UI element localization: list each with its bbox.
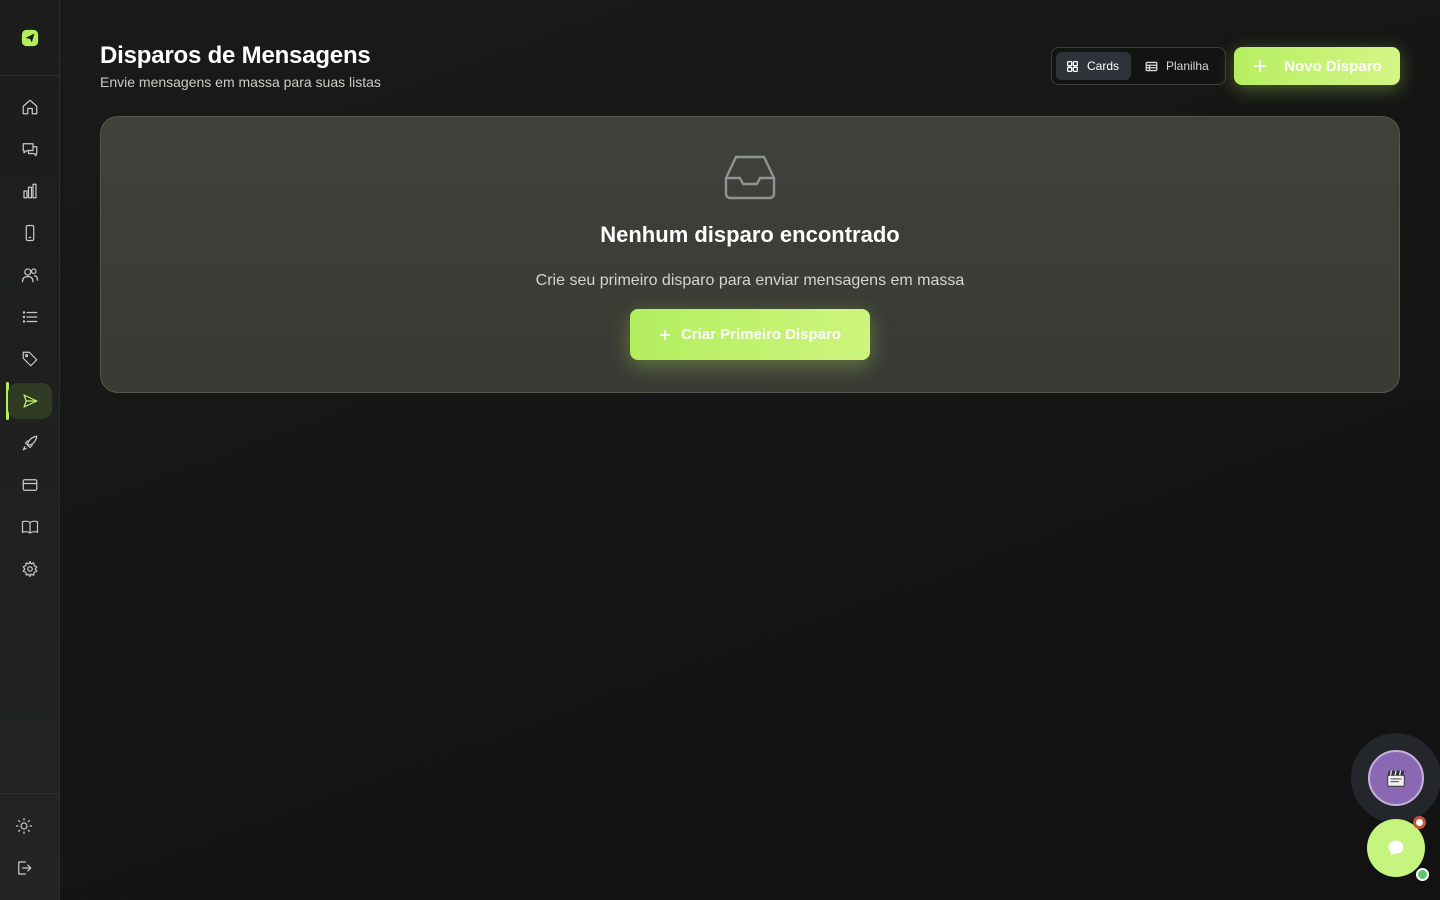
empty-state-title: Nenhum disparo encontrado <box>600 222 900 247</box>
chat-icon <box>1388 840 1404 856</box>
home-icon <box>22 99 38 115</box>
send-icon <box>23 394 38 408</box>
table-icon <box>1145 61 1158 71</box>
sidebar-item-devices[interactable] <box>8 215 52 251</box>
sidebar-item-reports[interactable] <box>8 173 52 209</box>
sun-icon <box>15 817 33 835</box>
sidebar-divider <box>0 75 60 76</box>
rocket-icon <box>22 435 38 451</box>
inbox-icon <box>724 154 776 200</box>
theme-toggle-button[interactable] <box>2 808 46 844</box>
logo-icon[interactable] <box>20 28 40 48</box>
online-status-dot <box>1416 868 1429 881</box>
chat-bubbles-icon <box>22 143 38 157</box>
gear-icon <box>22 560 38 578</box>
sidebar-divider <box>0 793 60 794</box>
sidebar-item-tags[interactable] <box>8 341 52 377</box>
smartphone-icon <box>25 224 35 242</box>
sidebar-item-broadcasts[interactable] <box>8 383 52 419</box>
plus-icon <box>1254 60 1267 72</box>
create-first-broadcast-button[interactable]: Criar Primeiro Disparo <box>630 309 870 360</box>
sidebar-item-conversations[interactable] <box>8 131 52 167</box>
sidebar-item-home[interactable] <box>8 89 52 125</box>
view-toggle: Cards Planilha <box>1051 47 1226 85</box>
logout-icon <box>18 861 32 875</box>
view-cards-button[interactable]: Cards <box>1056 52 1131 80</box>
sidebar-item-campaigns[interactable] <box>8 425 52 461</box>
logout-button[interactable] <box>2 850 46 886</box>
list-icon <box>22 311 38 323</box>
page-subtitle: Envie mensagens em massa para suas lista… <box>100 74 381 90</box>
new-broadcast-label: Novo Disparo <box>1284 57 1382 75</box>
grid-icon <box>1066 60 1079 72</box>
empty-state-description: Crie seu primeiro disparo para enviar me… <box>535 272 965 289</box>
create-first-broadcast-label: Criar Primeiro Disparo <box>680 326 842 343</box>
plus-icon <box>659 329 670 340</box>
view-sheet-label: Planilha <box>1166 59 1209 73</box>
bar-chart-icon <box>23 183 37 199</box>
sidebar-item-lists[interactable] <box>8 299 52 335</box>
credit-card-icon <box>22 479 38 491</box>
sidebar-item-docs[interactable] <box>8 509 52 545</box>
view-sheet-button[interactable]: Planilha <box>1135 52 1219 80</box>
sidebar-item-contacts[interactable] <box>8 257 52 293</box>
video-tutorial-button[interactable] <box>1368 750 1424 806</box>
new-broadcast-button[interactable]: Novo Disparo <box>1234 47 1400 85</box>
view-cards-label: Cards <box>1087 59 1120 73</box>
sidebar <box>0 0 60 900</box>
clapperboard-icon <box>1387 770 1405 787</box>
tag-icon <box>22 351 38 367</box>
book-icon <box>21 520 39 534</box>
sidebar-item-settings[interactable] <box>8 551 52 587</box>
users-icon <box>21 268 39 283</box>
notification-dot <box>1413 816 1426 829</box>
page-title: Disparos de Mensagens <box>100 42 371 69</box>
sidebar-item-billing[interactable] <box>8 467 52 503</box>
